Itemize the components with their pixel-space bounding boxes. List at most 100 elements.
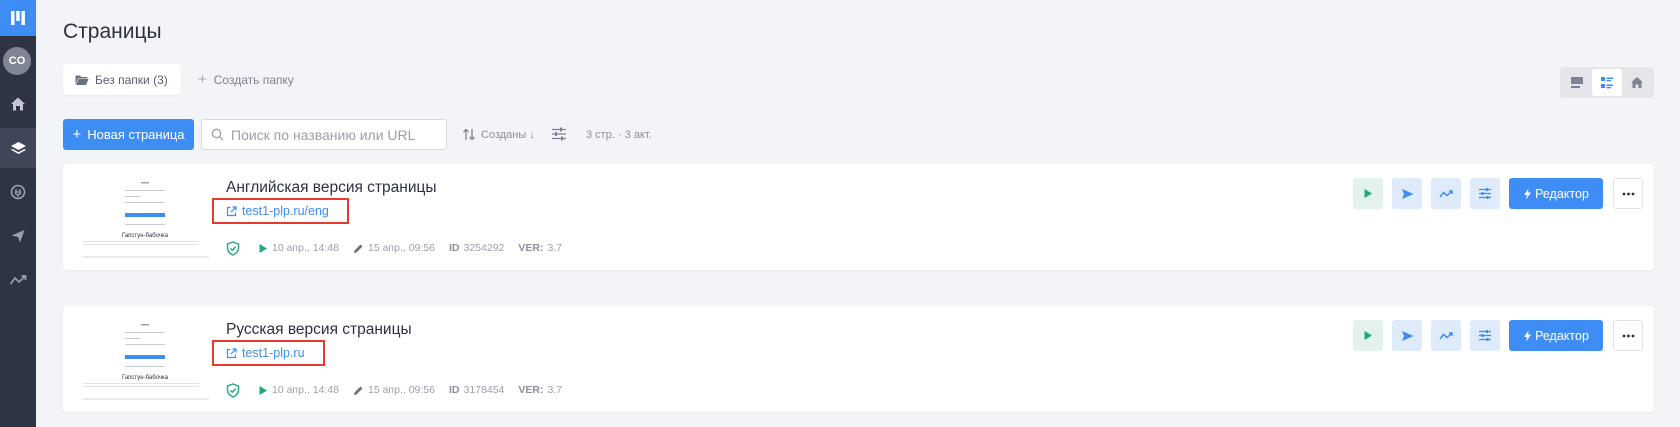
search-icon <box>211 128 224 141</box>
editor-label: Редактор <box>1535 328 1589 343</box>
page-id-value: 3178454 <box>463 384 505 396</box>
analytics-icon <box>1439 189 1453 197</box>
page-url-text: test1-plp.ru/eng <box>242 204 329 218</box>
sort-icon <box>463 128 475 141</box>
folder-tab-label: Без папки (3) <box>95 72 168 87</box>
create-folder-label: Создать папку <box>213 72 294 87</box>
edited-date-text: 15 апр., 09:56 <box>368 242 435 254</box>
play-icon <box>259 385 267 395</box>
page-title: Страницы <box>63 20 162 43</box>
page-thumbnail[interactable]: Гапстун-бабочка <box>73 174 209 259</box>
page-title-text[interactable]: Английская версия страницы <box>226 179 437 197</box>
search-input[interactable] <box>231 126 441 143</box>
settings-button[interactable] <box>1470 320 1500 351</box>
page-id-value: 3254292 <box>463 242 505 254</box>
settings-sliders-icon <box>1479 188 1491 199</box>
more-button[interactable] <box>1613 178 1643 209</box>
page-version-value: 3.7 <box>547 384 563 396</box>
logo-icon[interactable] <box>0 0 36 36</box>
page-version: VER: 3.7 <box>518 242 562 254</box>
view-home-button[interactable] <box>1622 69 1652 96</box>
edited-date-text: 15 апр., 09:56 <box>368 384 435 396</box>
folder-tab-no-folder[interactable]: Без папки (3) <box>63 64 181 95</box>
send-icon <box>1401 330 1413 341</box>
more-button[interactable] <box>1613 320 1643 351</box>
more-icon <box>1622 334 1634 337</box>
new-page-button[interactable]: + Новая страница <box>63 119 194 150</box>
thumbnail-preview: Гапстун-бабочка <box>73 174 209 259</box>
sidebar: CO <box>0 0 36 427</box>
filter-button[interactable] <box>551 126 567 147</box>
search-box <box>201 119 447 150</box>
card-actions: Редактор <box>1353 320 1643 351</box>
view-list-button[interactable] <box>1592 69 1622 96</box>
analytics-icon <box>1439 331 1453 339</box>
page-url-link[interactable]: test1-plp.ru/eng <box>212 198 349 224</box>
publish-button[interactable] <box>1353 320 1383 351</box>
thumbnail-preview: Гапстун-бабочка <box>73 316 209 401</box>
play-icon <box>1364 189 1372 198</box>
lightning-icon <box>1524 188 1532 199</box>
page-id-label: ID <box>449 384 460 396</box>
publish-button[interactable] <box>1353 178 1383 209</box>
ssl-status <box>226 382 244 398</box>
published-date: 10 апр., 14:48 <box>258 242 339 254</box>
analytics-button[interactable] <box>1431 178 1461 209</box>
card-view-icon <box>1571 77 1583 88</box>
avatar[interactable]: CO <box>3 47 31 75</box>
send-icon <box>1401 188 1413 199</box>
edited-date: 15 апр., 09:56 <box>353 242 435 254</box>
editor-button[interactable]: Редактор <box>1509 178 1603 209</box>
send-icon[interactable] <box>0 216 36 256</box>
page-url-link[interactable]: test1-plp.ru <box>212 340 325 366</box>
filter-sliders-icon <box>552 127 566 141</box>
page-version-label: VER: <box>518 384 544 396</box>
plus-icon: + <box>198 71 207 88</box>
pencil-icon <box>354 386 363 395</box>
page-thumbnail[interactable]: Гапстун-бабочка <box>73 316 209 401</box>
view-cards-button[interactable] <box>1562 69 1592 96</box>
shield-check-icon <box>226 382 240 398</box>
published-date: 10 апр., 14:48 <box>258 384 339 396</box>
play-icon <box>259 243 267 253</box>
page-version: VER: 3.7 <box>518 384 562 396</box>
sort-label: Созданы ↓ <box>481 128 535 141</box>
create-folder-button[interactable]: + Создать папку <box>198 64 294 95</box>
page-counts: 3 стр. · 3 акт. <box>586 129 652 141</box>
editor-button[interactable]: Редактор <box>1509 320 1603 351</box>
editor-label: Редактор <box>1535 186 1589 201</box>
page-id: ID 3254292 <box>449 242 504 254</box>
plug-icon[interactable] <box>0 172 36 212</box>
pencil-icon <box>354 244 363 253</box>
settings-button[interactable] <box>1470 178 1500 209</box>
page-version-value: 3.7 <box>547 242 563 254</box>
page-meta: 10 апр., 14:48 15 апр., 09:56 ID 3178454 … <box>226 382 576 398</box>
page-url-text: test1-plp.ru <box>242 346 305 360</box>
ssl-status <box>226 240 244 256</box>
sort-button[interactable]: Созданы ↓ <box>462 119 535 150</box>
edited-date: 15 апр., 09:56 <box>353 384 435 396</box>
svg-text:Гапстун-бабочка: Гапстун-бабочка <box>122 375 169 381</box>
home-icon <box>1631 77 1643 88</box>
home-icon[interactable] <box>0 84 36 124</box>
send-button[interactable] <box>1392 178 1422 209</box>
layers-icon[interactable] <box>0 128 36 168</box>
page-card: Гапстун-бабочка Русская версия страницы … <box>63 306 1654 412</box>
play-icon <box>1364 331 1372 340</box>
analytics-icon[interactable] <box>0 260 36 300</box>
page-version-label: VER: <box>518 242 544 254</box>
analytics-button[interactable] <box>1431 320 1461 351</box>
external-link-icon <box>226 205 237 216</box>
plus-icon: + <box>72 126 82 143</box>
new-page-label: Новая страница <box>87 127 185 142</box>
send-button[interactable] <box>1392 320 1422 351</box>
svg-text:Гапстун-бабочка: Гапстун-бабочка <box>122 233 169 239</box>
settings-sliders-icon <box>1479 330 1491 341</box>
shield-check-icon <box>226 240 240 256</box>
more-icon <box>1622 192 1634 195</box>
published-date-text: 10 апр., 14:48 <box>272 384 339 396</box>
folder-icon <box>75 75 89 85</box>
page-title-text[interactable]: Русская версия страницы <box>226 321 412 339</box>
page-id-label: ID <box>449 242 460 254</box>
page-id: ID 3178454 <box>449 384 504 396</box>
